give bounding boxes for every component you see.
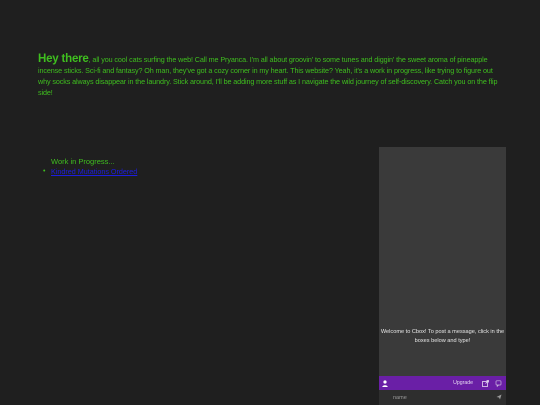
intro-greeting: Hey there [38,53,89,65]
chat-welcome-message: Welcome to Cbox! To post a message, clic… [380,329,505,344]
upgrade-link[interactable]: Upgrade [453,380,473,386]
external-link-icon[interactable] [480,376,490,390]
wip-link[interactable]: Kindred Mutations Ordered [51,167,137,177]
intro-paragraph: Hey there, all you cool cats surfing the… [38,53,506,98]
page: Hey there, all you cool cats surfing the… [0,0,540,405]
chat-toolbar: Upgrade [379,376,506,390]
send-icon[interactable] [496,394,502,402]
chat-widget: Welcome to Cbox! To post a message, clic… [379,147,506,405]
intro-body: , all you cool cats surfing the web! Cal… [38,55,498,97]
bullet-icon: • [43,168,46,175]
chat-input-row [379,390,506,405]
chat-icon[interactable] [493,376,503,390]
list-item: • Kindred Mutations Ordered [43,167,137,177]
wip-heading: Work in Progress... [51,157,115,166]
wip-list: • Kindred Mutations Ordered [43,167,137,177]
user-icon[interactable] [379,376,391,390]
name-field[interactable] [393,391,493,404]
